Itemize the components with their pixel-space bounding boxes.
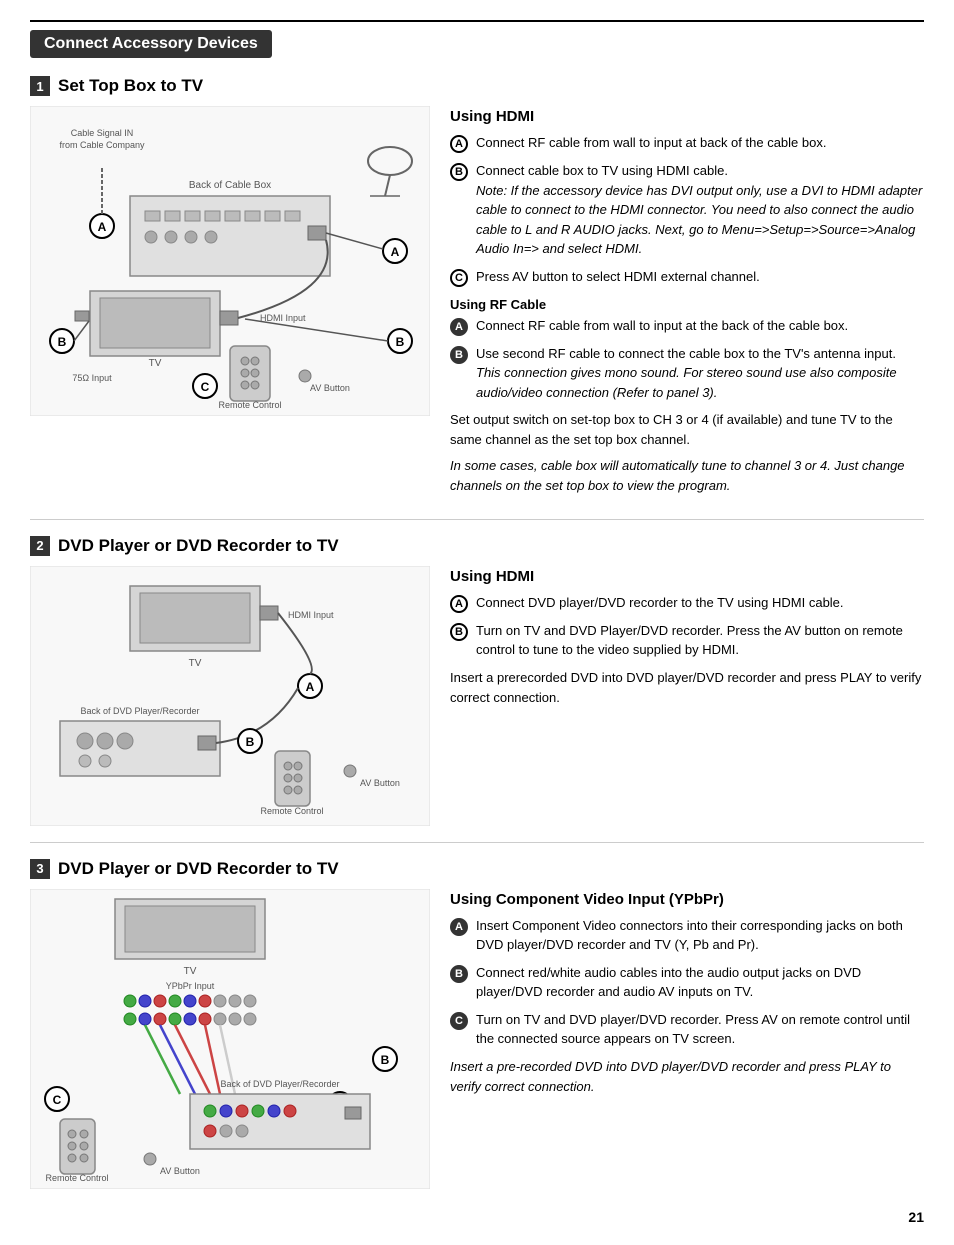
section-1-hdmi-title: Using HDMI: [450, 108, 924, 125]
section-1-diagram: Cable Signal IN from Cable Company A Bac…: [30, 106, 430, 503]
section-2-hdmi-title: Using HDMI: [450, 568, 924, 585]
section-3-diagram: TV YPbPr Input: [30, 889, 430, 1189]
rf-step-a-circle: A: [450, 318, 468, 336]
section-1-title: Set Top Box to TV: [58, 76, 203, 96]
section-3-component-title: Using Component Video Input (YPbPr): [450, 891, 924, 908]
svg-text:TV: TV: [189, 658, 202, 669]
section-2-header: 2 DVD Player or DVD Recorder to TV: [30, 536, 924, 556]
section-3-title: DVD Player or DVD Recorder to TV: [58, 859, 339, 879]
step-c-text: Press AV button to select HDMI external …: [476, 267, 924, 287]
section-1-rf-b: B Use second RF cable to connect the cab…: [450, 344, 924, 403]
section-1-step-c: C Press AV button to select HDMI externa…: [450, 267, 924, 287]
section-1-svg: Cable Signal IN from Cable Company A Bac…: [30, 106, 430, 416]
svg-text:A: A: [306, 680, 315, 694]
s3-step-b-text: Connect red/white audio cables into the …: [476, 963, 924, 1002]
section-1-para1: Set output switch on set-top box to CH 3…: [450, 410, 924, 450]
s2-step-a-text: Connect DVD player/DVD recorder to the T…: [476, 593, 924, 613]
section-3-step-a: A Insert Component Video connectors into…: [450, 916, 924, 955]
svg-text:B: B: [58, 335, 67, 349]
section-2-step-b: B Turn on TV and DVD Player/DVD recorder…: [450, 621, 924, 660]
section-2-content: TV HDMI Input Back of DVD Player/Recorde…: [30, 566, 924, 826]
svg-text:Remote Control: Remote Control: [218, 400, 281, 410]
section-3-num: 3: [30, 859, 50, 879]
section-3-header: 3 DVD Player or DVD Recorder to TV: [30, 859, 924, 879]
svg-text:from Cable Company: from Cable Company: [59, 140, 145, 150]
svg-text:B: B: [381, 1053, 390, 1067]
s3-step-b-circle: B: [450, 965, 468, 983]
section-3-step-c: C Turn on TV and DVD player/DVD recorder…: [450, 1010, 924, 1049]
svg-text:AV Button: AV Button: [360, 778, 400, 788]
svg-text:TV: TV: [149, 358, 162, 369]
svg-text:75Ω Input: 75Ω Input: [72, 373, 112, 383]
svg-text:A: A: [391, 245, 400, 259]
section-3-instructions: Using Component Video Input (YPbPr) A In…: [450, 889, 924, 1189]
svg-text:Cable Signal IN: Cable Signal IN: [71, 128, 134, 138]
s3-step-c-circle: C: [450, 1012, 468, 1030]
svg-text:B: B: [246, 735, 255, 749]
rf-step-a-text: Connect RF cable from wall to input at t…: [476, 316, 924, 336]
section-1-step-a: A Connect RF cable from wall to input at…: [450, 133, 924, 153]
section-1-rf-a: A Connect RF cable from wall to input at…: [450, 316, 924, 336]
rf-step-b-circle: B: [450, 346, 468, 364]
s3-step-a-text: Insert Component Video connectors into t…: [476, 916, 924, 955]
section-3-content: TV YPbPr Input: [30, 889, 924, 1189]
svg-text:HDMI Input: HDMI Input: [260, 313, 306, 323]
svg-text:Remote Control: Remote Control: [260, 806, 323, 816]
section-1-instructions: Using HDMI A Connect RF cable from wall …: [450, 106, 924, 503]
svg-text:Remote Control: Remote Control: [45, 1173, 108, 1183]
section-3-step-b: B Connect red/white audio cables into th…: [450, 963, 924, 1002]
svg-text:C: C: [201, 380, 210, 394]
step-a-circle: A: [450, 135, 468, 153]
section-3-para1: Insert a pre-recorded DVD into DVD playe…: [450, 1057, 924, 1097]
section-1-step-b: B Connect cable box to TV using HDMI cab…: [450, 161, 924, 259]
svg-text:Back of Cable Box: Back of Cable Box: [189, 180, 271, 191]
page-number: 21: [30, 1209, 924, 1225]
section-2-svg: TV HDMI Input Back of DVD Player/Recorde…: [30, 566, 430, 826]
svg-text:TV: TV: [184, 966, 197, 977]
divider-2: [30, 842, 924, 843]
section-2: 2 DVD Player or DVD Recorder to TV TV HD…: [30, 536, 924, 826]
svg-text:A: A: [98, 220, 107, 234]
svg-text:AV Button: AV Button: [160, 1166, 200, 1176]
page-header: Connect Accessory Devices: [30, 20, 924, 58]
section-2-num: 2: [30, 536, 50, 556]
section-2-diagram: TV HDMI Input Back of DVD Player/Recorde…: [30, 566, 430, 826]
s3-step-c-text: Turn on TV and DVD player/DVD recorder. …: [476, 1010, 924, 1049]
section-2-title: DVD Player or DVD Recorder to TV: [58, 536, 339, 556]
svg-text:AV Button: AV Button: [310, 383, 350, 393]
rf-step-b-text: Use second RF cable to connect the cable…: [476, 344, 924, 403]
step-a-text: Connect RF cable from wall to input at b…: [476, 133, 924, 153]
svg-text:YPbPr Input: YPbPr Input: [166, 981, 215, 991]
svg-text:Back of DVD Player/Recorder: Back of DVD Player/Recorder: [220, 1079, 339, 1089]
divider-1: [30, 519, 924, 520]
page-title: Connect Accessory Devices: [30, 30, 272, 58]
section-2-step-a: A Connect DVD player/DVD recorder to the…: [450, 593, 924, 613]
section-3: 3 DVD Player or DVD Recorder to TV TV YP…: [30, 859, 924, 1189]
section-1: 1 Set Top Box to TV Cable Signal IN from…: [30, 76, 924, 503]
svg-text:HDMI Input: HDMI Input: [288, 610, 334, 620]
s2-step-a-circle: A: [450, 595, 468, 613]
step-b-text: Connect cable box to TV using HDMI cable…: [476, 161, 924, 259]
s2-step-b-circle: B: [450, 623, 468, 641]
section-1-para2: In some cases, cable box will automatica…: [450, 456, 924, 496]
s3-step-a-circle: A: [450, 918, 468, 936]
svg-text:C: C: [53, 1093, 62, 1107]
svg-text:B: B: [396, 335, 405, 349]
section-1-content: Cable Signal IN from Cable Company A Bac…: [30, 106, 924, 503]
section-2-instructions: Using HDMI A Connect DVD player/DVD reco…: [450, 566, 924, 826]
section-3-svg: TV YPbPr Input: [30, 889, 430, 1189]
section-1-num: 1: [30, 76, 50, 96]
section-1-rf-title: Using RF Cable: [450, 297, 924, 312]
step-c-circle: C: [450, 269, 468, 287]
step-b-circle: B: [450, 163, 468, 181]
section-1-header: 1 Set Top Box to TV: [30, 76, 924, 96]
section-2-para1: Insert a prerecorded DVD into DVD player…: [450, 668, 924, 708]
s2-step-b-text: Turn on TV and DVD Player/DVD recorder. …: [476, 621, 924, 660]
svg-text:Back of DVD Player/Recorder: Back of DVD Player/Recorder: [80, 706, 199, 716]
